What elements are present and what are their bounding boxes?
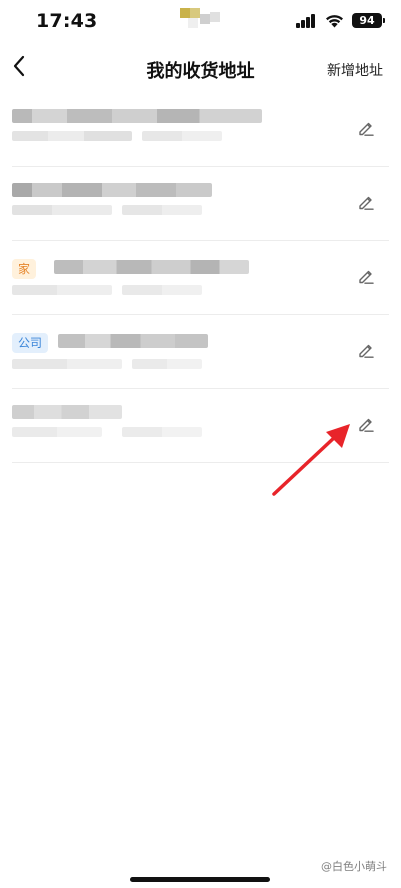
company-tag: 公司: [12, 333, 49, 353]
edit-icon[interactable]: [357, 415, 375, 433]
blurred-phone: [122, 285, 202, 295]
home-indicator: [130, 877, 270, 882]
blurred-address: [12, 183, 212, 197]
address-row[interactable]: 家: [12, 241, 389, 315]
blurred-phone: [142, 131, 222, 141]
blurred-address: [12, 109, 262, 123]
blurred-contact: [12, 359, 122, 369]
address-list: 家 公司: [0, 93, 401, 463]
blurred-contact: [12, 427, 102, 437]
blurred-phone: [132, 359, 202, 369]
add-address-button[interactable]: 新增地址: [327, 60, 383, 80]
edit-icon[interactable]: [357, 341, 375, 359]
nav-bar: 我的收货地址 新增地址: [0, 44, 401, 94]
blurred-contact: [12, 285, 112, 295]
edit-icon[interactable]: [357, 119, 375, 137]
address-row[interactable]: [12, 93, 389, 167]
blurred-phone: [122, 205, 202, 215]
blurred-address: [12, 405, 122, 419]
battery-icon: 94: [352, 13, 385, 28]
status-center-pixelated: [180, 8, 222, 30]
annotation-arrow: [272, 424, 350, 496]
address-row[interactable]: 公司: [12, 315, 389, 389]
edit-icon[interactable]: [357, 193, 375, 211]
blurred-contact: [12, 131, 132, 141]
watermark: @白色小萌斗: [321, 860, 387, 873]
blurred-address: [58, 334, 208, 348]
blurred-phone: [122, 427, 202, 437]
status-time: 17:43: [36, 10, 98, 32]
edit-icon[interactable]: [357, 267, 375, 285]
blurred-address: [54, 260, 249, 274]
blurred-contact: [12, 205, 112, 215]
status-bar: 17:43 94: [0, 0, 401, 44]
home-tag: 家: [12, 259, 37, 279]
address-row[interactable]: [12, 167, 389, 241]
cellular-signal-icon: [296, 14, 316, 28]
wifi-icon: [326, 15, 343, 28]
